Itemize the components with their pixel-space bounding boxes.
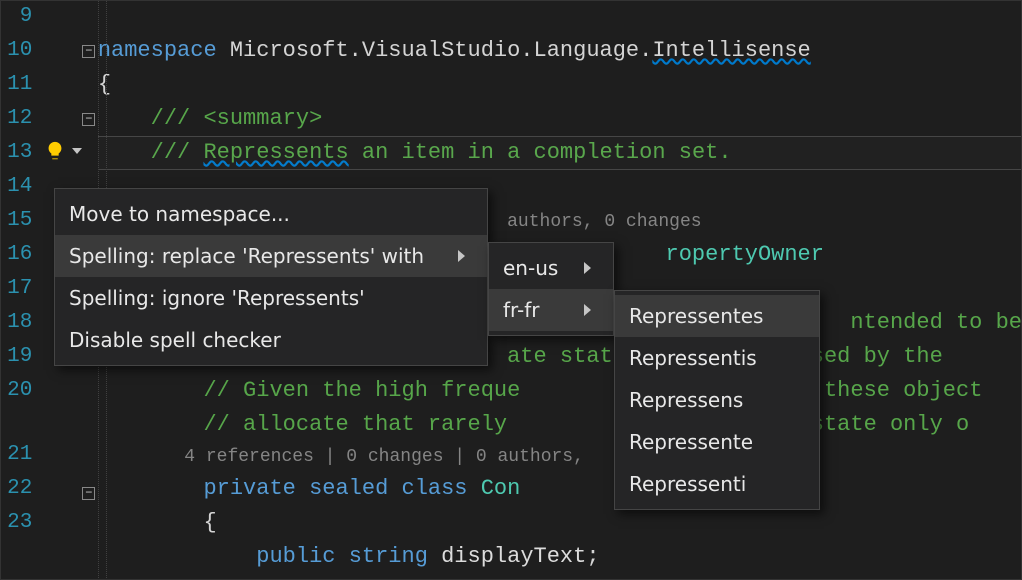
code-line: public string displayText; [98, 540, 1022, 574]
code-line: // Given the high freque h these object [98, 374, 1022, 408]
fold-toggle[interactable]: − [82, 487, 95, 500]
menu-item[interactable]: Disable spell checker [55, 319, 487, 361]
code-line: /// <summary> [98, 102, 1022, 136]
code-line [98, 0, 1022, 34]
menu-item[interactable]: fr-fr [489, 289, 613, 331]
code-line: // allocate that rarely state only o [98, 408, 1022, 442]
line-number-gutter: 91011121314151617181920212223 [0, 0, 42, 580]
menu-item[interactable]: Spelling: replace 'Repressents' with [55, 235, 487, 277]
chevron-right-icon [584, 262, 591, 274]
codelens[interactable]: authors, 0 changes [507, 212, 701, 232]
chevron-right-icon [584, 304, 591, 316]
lightbulb-quickfix[interactable] [44, 140, 82, 162]
code-line: /// Repressents an item in a completion … [98, 136, 1022, 170]
codelens[interactable]: 4 references | 0 changes | 0 authors, [98, 442, 1022, 472]
chevron-right-icon [458, 250, 465, 262]
code-line: { [98, 68, 1022, 102]
language-submenu: en-usfr-fr [488, 242, 614, 336]
menu-item[interactable]: Repressentis [615, 337, 819, 379]
lightbulb-icon [44, 140, 66, 162]
menu-item[interactable]: Repressenti [615, 463, 819, 505]
quickfix-menu: Move to namespace...Spelling: replace 'R… [54, 188, 488, 366]
menu-item[interactable]: Move to namespace... [55, 193, 487, 235]
code-line: { [98, 506, 1022, 540]
code-line: namespace Microsoft.VisualStudio.Languag… [98, 34, 1022, 68]
menu-item[interactable]: en-us [489, 247, 613, 289]
fold-toggle[interactable]: − [82, 45, 95, 58]
suggestion-submenu: RepressentesRepressentisRepressensRepres… [614, 290, 820, 510]
menu-item[interactable]: Repressens [615, 379, 819, 421]
code-line: private sealed class Con [98, 472, 1022, 506]
fold-toggle[interactable]: − [82, 113, 95, 126]
menu-item[interactable]: Spelling: ignore 'Repressents' [55, 277, 487, 319]
menu-item[interactable]: Repressentes [615, 295, 819, 337]
menu-item[interactable]: Repressente [615, 421, 819, 463]
